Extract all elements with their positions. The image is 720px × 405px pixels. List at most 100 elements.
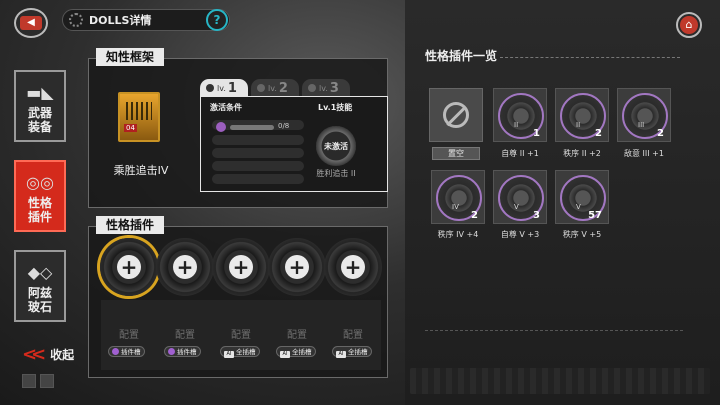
activation-condition-row — [212, 161, 304, 171]
plugin-icon — [216, 122, 226, 132]
clear-slot-label: 置空 — [432, 147, 480, 160]
back-button[interactable]: ◀ — [14, 8, 48, 38]
plugin-icon — [168, 348, 175, 355]
plugin-grade: V — [514, 203, 519, 211]
plugin-item-label: 秩序 IV +4 — [437, 230, 479, 239]
chip-name: 乘胜追击IV — [113, 164, 169, 177]
plus-icon: + — [173, 255, 197, 279]
slot-type-tag: 插件槽 — [164, 346, 201, 357]
decorative-strip — [410, 368, 710, 394]
divider — [425, 330, 683, 331]
tab-level-1[interactable]: lv. 1 — [200, 79, 248, 97]
sidebar-item-weapon-equip[interactable]: ▬◣ 武器 装备 — [14, 70, 66, 142]
slot-status: 配置 — [175, 330, 195, 341]
skill-status: 未激活 — [324, 141, 348, 151]
plugin-item[interactable]: V 57 — [555, 170, 609, 224]
plugin-item[interactable]: IV 2 — [431, 170, 485, 224]
plugin-item-label: 自尊 V +3 — [500, 230, 540, 239]
divider — [500, 57, 680, 58]
sidebar-item-azure-stone[interactable]: ◆◇ 阿兹 玻石 — [14, 250, 66, 322]
activation-condition-row — [212, 148, 304, 158]
plugin-item[interactable]: II 2 — [555, 88, 609, 142]
skill-title: Lv.1技能 — [318, 103, 353, 112]
plugin-item-label: 秩序 II +2 — [563, 149, 601, 158]
plus-icon: + — [341, 255, 365, 279]
activation-title: 激活条件 — [210, 103, 242, 112]
chip-circuit-icon — [126, 102, 152, 120]
plugin-count: 57 — [588, 210, 602, 221]
slot-type-tag: AI 全插槽 — [220, 346, 260, 358]
ai-icon: AI — [224, 351, 234, 358]
plugin-slot-1[interactable]: + — [100, 238, 158, 296]
double-chevron-left-icon: << — [22, 344, 46, 365]
plugin-item[interactable]: V 3 — [493, 170, 547, 224]
slot-status: 配置 — [119, 330, 139, 341]
skill-name: 胜利追击 II — [316, 169, 356, 178]
plugin-item[interactable]: II 1 — [493, 88, 547, 142]
dot-icon — [257, 84, 265, 92]
gear-icon — [69, 13, 83, 27]
plugin-grade: II — [514, 121, 519, 129]
activation-progress-text: 0/8 — [278, 122, 290, 130]
plugin-count: 3 — [533, 210, 540, 221]
prohibited-icon — [443, 102, 469, 128]
plugin-list-title: 性格插件一览 — [425, 49, 498, 63]
plugin-grade: IV — [452, 203, 459, 211]
plugin-icon — [112, 348, 119, 355]
plugin-count: 2 — [657, 128, 664, 139]
plugin-slot-2[interactable]: + — [156, 238, 214, 296]
back-arrow-icon: ◀ — [20, 16, 42, 30]
tab-level-2[interactable]: lv. 2 — [251, 79, 299, 97]
plugin-count: 1 — [533, 128, 540, 139]
plus-icon: + — [229, 255, 253, 279]
dot-icon — [308, 84, 316, 92]
sidebar-item-label: 武器 装备 — [27, 106, 52, 134]
plugin-item[interactable]: III 2 — [617, 88, 671, 142]
slot-status: 配置 — [287, 330, 307, 341]
personality-plugins-label: 性格插件 — [96, 216, 165, 234]
sidebar-item-label: 阿兹 玻石 — [27, 286, 52, 314]
clear-slot-button[interactable] — [429, 88, 483, 142]
slot-status: 配置 — [231, 330, 251, 341]
collapse-label: 收起 — [50, 348, 75, 362]
plugin-count: 2 — [471, 210, 478, 221]
slot-status: 配置 — [343, 330, 363, 341]
home-icon: ⌂ — [680, 16, 698, 34]
sidebar-item-personality-plugin[interactable]: ◎◎ 性格 插件 — [14, 160, 66, 232]
slot-type-tag: 插件槽 — [108, 346, 145, 357]
ai-icon: AI — [336, 351, 346, 358]
collapse-button[interactable]: << 收起 — [22, 344, 74, 365]
page-indicator — [22, 374, 36, 388]
plugin-item-label: 敌意 III +1 — [624, 149, 664, 158]
home-button[interactable]: ⌂ — [676, 12, 702, 38]
skill-badge[interactable]: 未激活 — [316, 126, 356, 166]
gear-pair-icon: ◎◎ — [26, 173, 54, 192]
activation-condition-row — [212, 135, 304, 145]
page-title-bar: DOLLS详情 — [62, 9, 230, 31]
tab-level-3[interactable]: lv. 3 — [302, 79, 350, 97]
plugin-item-label: 自尊 II +1 — [501, 149, 539, 158]
plus-icon: + — [285, 255, 309, 279]
help-button[interactable]: ? — [206, 9, 228, 31]
page-indicator — [40, 374, 54, 388]
activation-progress-bar — [230, 125, 274, 130]
page-title: DOLLS详情 — [89, 14, 152, 27]
plugin-count: 2 — [595, 128, 602, 139]
slot-type-tag: AI 全插槽 — [332, 346, 372, 358]
intelligence-frame-label: 知性框架 — [96, 48, 165, 66]
plugin-slot-3[interactable]: + — [212, 238, 270, 296]
dot-icon — [206, 84, 214, 92]
slot-type-tag: AI 全插槽 — [276, 346, 316, 358]
plugin-slot-5[interactable]: + — [324, 238, 382, 296]
plugin-slot-4[interactable]: + — [268, 238, 326, 296]
ai-icon: AI — [280, 351, 290, 358]
plugin-item-label: 秩序 V +5 — [562, 230, 602, 239]
plus-icon: + — [117, 255, 141, 279]
crystal-icon: ◆◇ — [27, 263, 53, 282]
activation-condition-row — [212, 174, 304, 184]
sidebar-item-label: 性格 插件 — [27, 196, 52, 224]
plugin-grade: V — [576, 203, 581, 211]
chip-icon[interactable]: 04 — [118, 92, 160, 142]
plugin-grade: II — [576, 121, 581, 129]
plugin-grade: III — [638, 121, 645, 129]
